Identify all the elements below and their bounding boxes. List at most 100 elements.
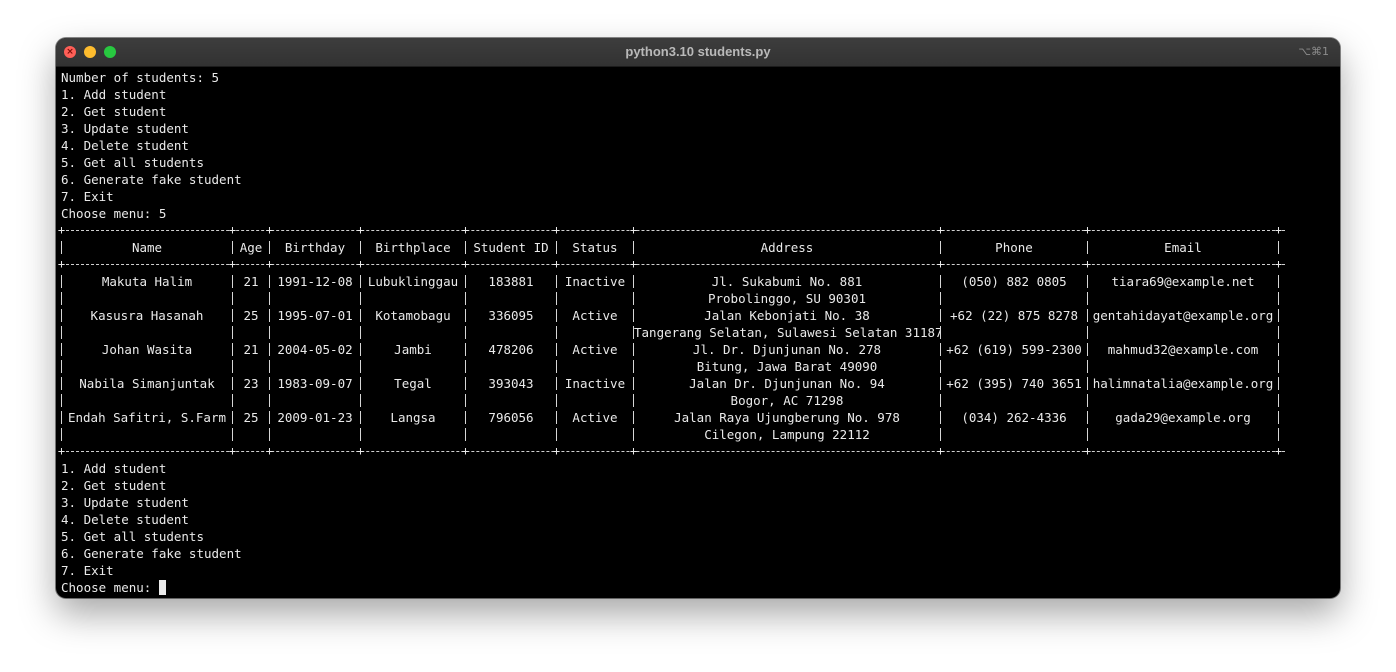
table-border: + + + + + + + + + + bbox=[58, 222, 1285, 239]
column-header-birthplace: Birthplace bbox=[375, 240, 451, 255]
menu-item-update-student: 3. Update student bbox=[61, 495, 189, 510]
terminal-output[interactable]: Number of students: 5 1. Add student 2. … bbox=[58, 69, 1335, 598]
menu-item-delete-student: 4. Delete student bbox=[61, 138, 189, 153]
cell-age: 21 bbox=[243, 274, 259, 289]
column-separator bbox=[269, 360, 270, 373]
menu-list-top: 1. Add student 2. Get student 3. Update … bbox=[61, 86, 1335, 205]
cell-name: Endah Safitri, S.Farm bbox=[67, 410, 227, 425]
column-separator bbox=[1087, 428, 1088, 441]
column-header-name: Name bbox=[131, 240, 163, 255]
column-separator bbox=[1278, 326, 1279, 339]
cell-student-id: 796056 bbox=[488, 410, 534, 425]
cell-birthday: 1983-09-07 bbox=[277, 376, 353, 391]
column-header-birthday: Birthday bbox=[284, 240, 346, 255]
column-separator bbox=[360, 360, 361, 373]
column-separator bbox=[465, 292, 466, 305]
column-separator bbox=[232, 394, 233, 407]
cell-age: 25 bbox=[243, 308, 259, 323]
cell-address: Tangerang Selatan, Sulawesi Selatan 3118… bbox=[634, 325, 940, 340]
table-row-continuation: Probolinggo, SU 90301 bbox=[61, 290, 1335, 307]
cell-status: Active bbox=[572, 308, 618, 323]
column-separator bbox=[1087, 394, 1088, 407]
menu-item-get-all-students: 5. Get all students bbox=[61, 529, 204, 544]
terminal-window: × python3.10 students.py ⌥⌘1 Number of s… bbox=[56, 38, 1340, 598]
cell-phone: +62 (22) 875 8278 bbox=[950, 308, 1078, 323]
input-prompt-line[interactable]: Choose menu: bbox=[61, 579, 1335, 596]
column-header-student-id: Student ID bbox=[473, 240, 549, 255]
table-row-continuation: Tangerang Selatan, Sulawesi Selatan 3118… bbox=[61, 324, 1335, 341]
cell-student-id: 183881 bbox=[488, 274, 534, 289]
cell-address: Jl. Sukabumi No. 881 bbox=[711, 274, 863, 289]
column-separator bbox=[269, 428, 270, 441]
column-separator bbox=[940, 428, 941, 441]
cell-birthplace: Tegal bbox=[394, 376, 432, 391]
cell-email: halimnatalia@example.org bbox=[1092, 376, 1274, 391]
menu-item-exit: 7. Exit bbox=[61, 563, 114, 578]
cell-address: Probolinggo, SU 90301 bbox=[707, 291, 867, 306]
cell-status: Active bbox=[572, 342, 618, 357]
column-separator bbox=[360, 292, 361, 305]
menu-item-exit: 7. Exit bbox=[61, 189, 114, 204]
table-row: Makuta Halim 21 1991-12-08 Lubuklinggau 1838… bbox=[61, 273, 1335, 290]
text-cursor bbox=[158, 580, 166, 595]
cell-student-id: 336095 bbox=[488, 308, 534, 323]
menu-item-add-student: 1. Add student bbox=[61, 461, 167, 476]
column-header-phone: Phone bbox=[995, 240, 1033, 255]
menu-list-bottom: 1. Add student 2. Get student 3. Update … bbox=[61, 460, 1335, 579]
column-header-age: Age bbox=[239, 240, 263, 255]
column-separator bbox=[1278, 377, 1279, 390]
column-separator bbox=[1278, 411, 1279, 424]
window-title: python3.10 students.py bbox=[625, 44, 771, 59]
column-separator bbox=[556, 394, 557, 407]
cell-phone: (034) 262-4336 bbox=[961, 410, 1067, 425]
column-separator bbox=[1278, 275, 1279, 288]
table-row: Nabila Simanjuntak 23 1983-09-07 Tegal 39304… bbox=[61, 375, 1335, 392]
cell-address: Jalan Dr. Djunjunan No. 94 bbox=[689, 376, 885, 391]
column-separator bbox=[1278, 343, 1279, 356]
column-separator bbox=[1087, 360, 1088, 373]
column-header-email: Email bbox=[1164, 240, 1202, 255]
column-separator bbox=[360, 326, 361, 339]
menu-item-generate-fake-student: 6. Generate fake student bbox=[61, 172, 242, 187]
cell-email: mahmud32@example.com bbox=[1107, 342, 1259, 357]
table-row: Johan Wasita 21 2004-05-02 Jambi 478206 Activ… bbox=[61, 341, 1335, 358]
column-header-address: Address bbox=[760, 240, 814, 255]
cell-status: Inactive bbox=[564, 274, 626, 289]
column-separator bbox=[232, 360, 233, 373]
column-separator bbox=[1278, 241, 1279, 254]
cell-address: Cilegon, Lampung 22112 bbox=[704, 427, 870, 442]
cell-age: 25 bbox=[243, 410, 259, 425]
choose-menu-prompt: Choose menu: 5 bbox=[61, 206, 167, 221]
cell-status: Active bbox=[572, 410, 618, 425]
column-separator bbox=[269, 292, 270, 305]
column-separator bbox=[556, 326, 557, 339]
cell-student-id: 393043 bbox=[488, 376, 534, 391]
column-separator bbox=[269, 326, 270, 339]
column-separator bbox=[940, 292, 941, 305]
column-separator bbox=[465, 326, 466, 339]
column-separator bbox=[465, 428, 466, 441]
cell-birthday: 1991-12-08 bbox=[277, 274, 353, 289]
menu-item-get-all-students: 5. Get all students bbox=[61, 155, 204, 170]
menu-item-get-student: 2. Get student bbox=[61, 478, 167, 493]
column-separator bbox=[61, 326, 62, 339]
student-count-line: Number of students: 5 bbox=[61, 70, 220, 85]
cell-address: Jalan Kebonjati No. 38 bbox=[704, 308, 870, 323]
window-shortcut: ⌥⌘1 bbox=[1298, 45, 1329, 58]
cell-birthplace: Lubuklinggau bbox=[367, 274, 459, 289]
column-separator bbox=[232, 326, 233, 339]
column-separator bbox=[465, 394, 466, 407]
cell-phone: +62 (619) 599-2300 bbox=[946, 342, 1082, 357]
menu-item-add-student: 1. Add student bbox=[61, 87, 167, 102]
cell-name: Johan Wasita bbox=[101, 342, 193, 357]
cell-address: Bitung, Jawa Barat 49090 bbox=[696, 359, 878, 374]
menu-item-generate-fake-student: 6. Generate fake student bbox=[61, 546, 242, 561]
cell-birthplace: Langsa bbox=[390, 410, 436, 425]
menu-item-update-student: 3. Update student bbox=[61, 121, 189, 136]
table-row-continuation: Bitung, Jawa Barat 49090 bbox=[61, 358, 1335, 375]
column-separator bbox=[940, 360, 941, 373]
column-header-status: Status bbox=[572, 240, 618, 255]
cell-phone: +62 (395) 740 3651 bbox=[946, 376, 1082, 391]
column-separator bbox=[61, 292, 62, 305]
cell-age: 23 bbox=[243, 376, 259, 391]
